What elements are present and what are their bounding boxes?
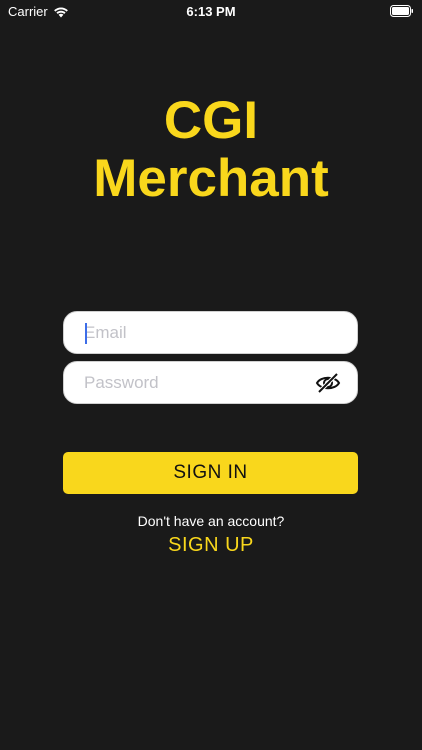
app-title-line2: Merchant [93,149,329,208]
app-title-line1: CGI [163,91,259,150]
status-time: 6:13 PM [186,4,236,19]
password-field[interactable] [63,361,358,404]
eye-slash-icon[interactable] [315,372,341,394]
text-cursor [85,323,87,344]
login-screen: Carrier 6:13 PM CGI Merchant SI [0,0,422,750]
sign-in-button[interactable]: SIGN IN [63,452,358,494]
status-bar: Carrier 6:13 PM [0,0,422,22]
email-input[interactable] [84,312,304,353]
app-title: CGI Merchant [0,92,422,208]
battery-icon [390,5,413,17]
sign-up-link[interactable]: SIGN UP [0,534,422,557]
no-account-text: Don't have an account? [137,513,285,529]
password-input[interactable] [84,362,304,403]
email-field[interactable] [63,311,358,354]
